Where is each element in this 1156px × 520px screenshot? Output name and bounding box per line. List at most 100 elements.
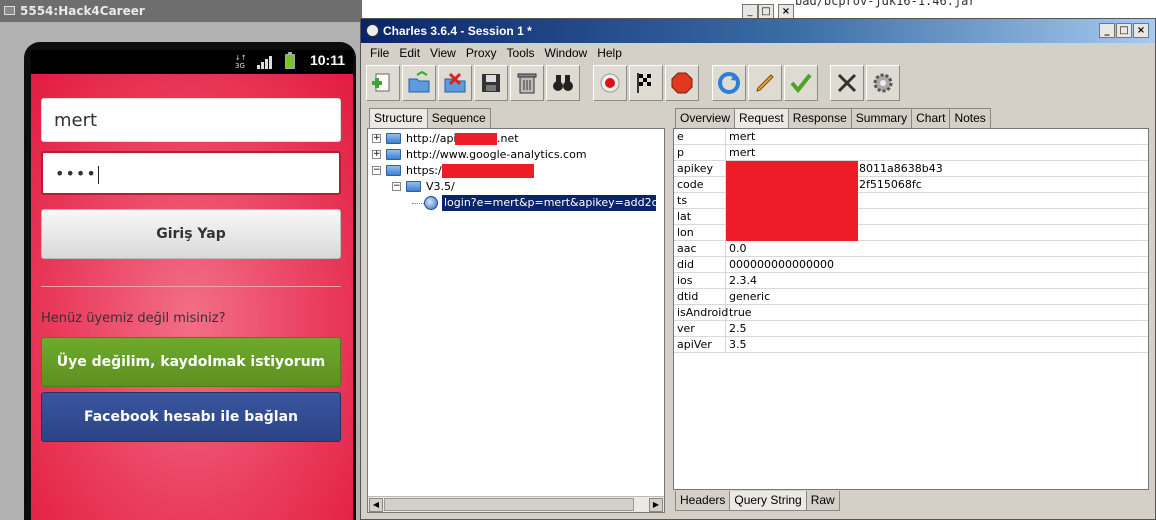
tab-overview[interactable]: Overview [675, 108, 736, 128]
charles-window: Charles 3.6.4 - Session 1 * _ □ × File Ed… [360, 18, 1156, 520]
charles-minimize-button[interactable]: _ [1099, 23, 1115, 38]
table-row[interactable]: apiVer 3.5 [674, 337, 1148, 353]
facebook-login-button[interactable]: Facebook hesabı ile bağlan [41, 392, 341, 442]
param-value: 8011a8638b43 [859, 162, 943, 175]
table-row[interactable]: ios 2.3.4 [674, 273, 1148, 289]
tab-query-string[interactable]: Query String [729, 491, 807, 511]
tab-summary[interactable]: Summary [850, 108, 913, 128]
divider [41, 286, 341, 287]
find-button[interactable] [546, 65, 580, 101]
emulator-window: 5554:Hack4Career ↓↑ 3G 10:11 mert •••• G… [0, 0, 362, 520]
open-session-button[interactable] [402, 65, 436, 101]
param-key: ver [677, 322, 695, 335]
signup-button[interactable]: Üye değilim, kaydolmak istiyorum [41, 337, 341, 387]
param-key: lat [677, 210, 692, 223]
charles-app-icon [366, 24, 379, 37]
tab-raw[interactable]: Raw [805, 491, 840, 511]
minimize-button[interactable]: _ [742, 4, 758, 19]
scrollbar-thumb[interactable] [384, 498, 634, 511]
tab-response[interactable]: Response [787, 108, 852, 128]
throttling-button[interactable] [629, 65, 663, 101]
request-detail-panel: Overview Request Response Summary Chart Notes… [671, 107, 1155, 515]
tab-chart[interactable]: Chart [911, 108, 951, 128]
close-button[interactable]: × [778, 4, 794, 19]
new-session-button[interactable] [366, 65, 400, 101]
menu-view[interactable]: View [425, 43, 461, 60]
menu-file[interactable]: File [361, 43, 394, 60]
edit-pencil-icon [756, 74, 774, 92]
menu-bar: File Edit View Proxy Tools Window Help [361, 43, 1155, 63]
clear-session-button[interactable] [510, 65, 544, 101]
new-session-icon [372, 73, 390, 92]
tree-label-suffix: .net [497, 132, 519, 145]
param-key: code [677, 178, 704, 191]
redaction-box [455, 133, 497, 145]
tab-sequence[interactable]: Sequence [426, 108, 491, 128]
tools-icon [837, 73, 857, 93]
breakpoints-button[interactable] [665, 65, 699, 101]
record-button[interactable] [593, 65, 627, 101]
background-terminal-text: bad/bcprov-jdk16-1.46.jar [795, 0, 976, 8]
table-row[interactable]: isAndroid true [674, 305, 1148, 321]
param-key: dtid [677, 290, 699, 303]
data-activity-arrows: ↓↑ [235, 54, 247, 62]
menu-tools[interactable]: Tools [502, 43, 540, 60]
param-key: aac [677, 242, 697, 255]
param-value: 3.5 [729, 338, 747, 351]
login-button[interactable]: Giriş Yap [41, 209, 341, 259]
charles-title-bar: Charles 3.6.4 - Session 1 * _ □ × [361, 19, 1155, 43]
password-input[interactable]: •••• [41, 151, 341, 195]
left-tabs: Structure Sequence [369, 108, 491, 128]
window-icon [4, 6, 15, 15]
tools-button[interactable] [830, 65, 864, 101]
table-row[interactable]: p mert [674, 145, 1148, 161]
save-button[interactable] [474, 65, 508, 101]
folder-icon [386, 149, 401, 160]
tree-node-login-request[interactable]: login?e=mert&p=mert&apikey=add2c3bf-b5 [412, 195, 662, 211]
param-key: did [677, 258, 695, 271]
table-row[interactable]: ver 2.5 [674, 321, 1148, 337]
scroll-left-icon[interactable]: ◀ [369, 498, 383, 512]
menu-help[interactable]: Help [592, 43, 627, 60]
scroll-right-icon[interactable]: ▶ [649, 498, 663, 512]
param-value: mert [729, 146, 756, 159]
save-icon [482, 74, 500, 92]
collapse-icon[interactable]: − [372, 166, 381, 175]
emulator-title-bar: 5554:Hack4Career [0, 0, 362, 22]
edit-button[interactable] [748, 65, 782, 101]
close-session-button[interactable] [438, 65, 472, 101]
menu-proxy[interactable]: Proxy [461, 43, 502, 60]
table-row[interactable]: e mert [674, 129, 1148, 145]
param-key: ios [677, 274, 693, 287]
expand-icon[interactable]: + [372, 150, 381, 159]
param-key: lon [677, 226, 694, 239]
table-row[interactable]: did 000000000000000 [674, 257, 1148, 273]
structure-tree: + http://api. .net + http://www.google-a… [367, 128, 665, 513]
redaction-box [442, 164, 534, 178]
repeat-button[interactable] [712, 65, 746, 101]
open-folder-icon [386, 165, 401, 176]
table-row[interactable]: aac 0.0 [674, 241, 1148, 257]
table-empty-area [674, 353, 1148, 489]
param-value: 0.0 [729, 242, 747, 255]
param-value: 2f515068fc [859, 178, 922, 191]
tab-headers[interactable]: Headers [675, 491, 731, 511]
menu-edit[interactable]: Edit [394, 43, 425, 60]
tab-notes[interactable]: Notes [949, 108, 991, 128]
settings-button[interactable] [866, 65, 900, 101]
validate-button[interactable] [784, 65, 818, 101]
menu-window[interactable]: Window [540, 43, 593, 60]
charles-close-button[interactable]: × [1133, 23, 1149, 38]
table-row[interactable]: dtid generic [674, 289, 1148, 305]
charles-maximize-button[interactable]: □ [1116, 23, 1132, 38]
horizontal-scrollbar[interactable]: ◀ ▶ [368, 496, 664, 512]
maximize-button[interactable]: □ [758, 4, 774, 19]
redaction-box [726, 161, 858, 241]
tab-request[interactable]: Request [734, 108, 789, 128]
expand-icon[interactable]: + [372, 134, 381, 143]
structure-panel: Structure Sequence + http://api. .net + h… [365, 107, 667, 515]
collapse-icon[interactable]: − [392, 182, 401, 191]
tab-structure[interactable]: Structure [369, 108, 428, 128]
emulator-title: 5554:Hack4Career [20, 4, 145, 18]
username-input[interactable]: mert [41, 98, 341, 142]
